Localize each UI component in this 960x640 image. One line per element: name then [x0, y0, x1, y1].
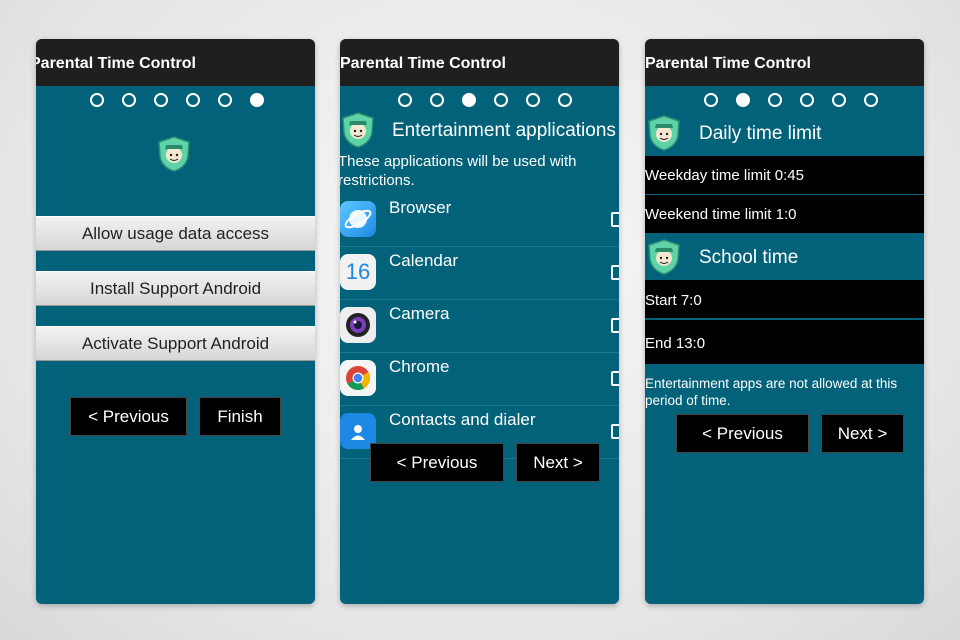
app-label: Calendar: [389, 251, 458, 270]
title-bar: Parental Time Control: [340, 39, 619, 86]
entertainment-heading: Entertainment applications: [392, 120, 616, 141]
allow-usage-data-button[interactable]: Allow usage data access: [36, 216, 315, 251]
app-row-calendar[interactable]: 16 Calendar: [340, 246, 619, 300]
title-bar: Parental Time Control: [645, 39, 924, 86]
app-label: Contacts and dialer: [389, 410, 536, 429]
shield-logo-icon: [648, 115, 680, 151]
app-title: Parental Time Control: [645, 55, 811, 72]
app-checkbox[interactable]: [611, 318, 619, 333]
app-row-chrome[interactable]: Chrome: [340, 352, 619, 406]
school-end-row[interactable]: End 13:0: [645, 320, 924, 364]
shield-logo-icon: [648, 239, 680, 275]
school-start-row[interactable]: Start 7:0: [645, 280, 924, 318]
browser-icon: [340, 201, 376, 237]
progress-dot: [186, 93, 200, 107]
weekday-limit-text: Weekday time limit 0:45: [645, 167, 804, 184]
shield-logo-icon: [342, 112, 374, 148]
app-title: Parental Time Control: [36, 55, 196, 72]
progress-dot: [494, 93, 508, 107]
previous-button[interactable]: < Previous: [370, 443, 504, 482]
install-support-button[interactable]: Install Support Android: [36, 271, 315, 306]
school-time-heading: School time: [699, 247, 799, 268]
calendar-icon-date: 16: [345, 259, 371, 284]
progress-dot: [154, 93, 168, 107]
progress-dot-current: [736, 93, 750, 107]
progress-dot-current: [462, 93, 476, 107]
app-checkbox[interactable]: [611, 265, 619, 280]
progress-dot: [90, 93, 104, 107]
previous-button[interactable]: < Previous: [70, 397, 187, 436]
chrome-icon: [340, 360, 376, 396]
daily-limit-heading: Daily time limit: [699, 123, 822, 144]
phone-screen-time-limits: Parental Time Control Daily time limit W…: [645, 39, 924, 604]
school-end-text: End 13:0: [645, 335, 706, 352]
app-label: Camera: [389, 304, 450, 323]
app-checkbox[interactable]: [611, 371, 619, 386]
weekend-limit-text: Weekend time limit 1:0: [645, 206, 797, 223]
school-start-text: Start 7:0: [645, 292, 702, 309]
camera-icon: [340, 307, 376, 343]
progress-dot: [768, 93, 782, 107]
app-title: Parental Time Control: [340, 55, 506, 72]
weekday-limit-row[interactable]: Weekday time limit 0:45: [645, 156, 924, 194]
progress-dot: [526, 93, 540, 107]
app-label: Browser: [389, 198, 452, 217]
progress-dot-current: [250, 93, 264, 107]
progress-dot: [398, 93, 412, 107]
next-button[interactable]: Next >: [821, 414, 904, 453]
phone-screen-finish: Parental Time Control Allow usage data a…: [36, 39, 315, 604]
next-button[interactable]: Next >: [516, 443, 600, 482]
progress-dot: [832, 93, 846, 107]
progress-dot: [430, 93, 444, 107]
progress-dot: [704, 93, 718, 107]
progress-dot: [864, 93, 878, 107]
app-label: Chrome: [389, 357, 450, 376]
app-row-camera[interactable]: Camera: [340, 299, 619, 353]
title-bar: Parental Time Control: [36, 39, 315, 86]
progress-dot: [122, 93, 136, 107]
progress-dot: [218, 93, 232, 107]
activate-support-button[interactable]: Activate Support Android: [36, 326, 315, 361]
app-checkbox[interactable]: [611, 212, 619, 227]
entertainment-description: These applications will be used with res…: [340, 153, 577, 189]
finish-button[interactable]: Finish: [199, 397, 281, 436]
calendar-icon: 16: [340, 254, 376, 290]
phone-screen-entertainment-apps: Parental Time Control Entertainment appl…: [340, 39, 619, 604]
app-checkbox[interactable]: [611, 424, 619, 439]
restriction-note: Entertainment apps are not allowed at th…: [645, 376, 898, 408]
previous-button[interactable]: < Previous: [676, 414, 809, 453]
weekend-limit-row[interactable]: Weekend time limit 1:0: [645, 195, 924, 233]
progress-dot: [800, 93, 814, 107]
shield-logo-icon: [158, 136, 190, 172]
app-row-browser[interactable]: Browser: [340, 193, 619, 247]
progress-dot: [558, 93, 572, 107]
